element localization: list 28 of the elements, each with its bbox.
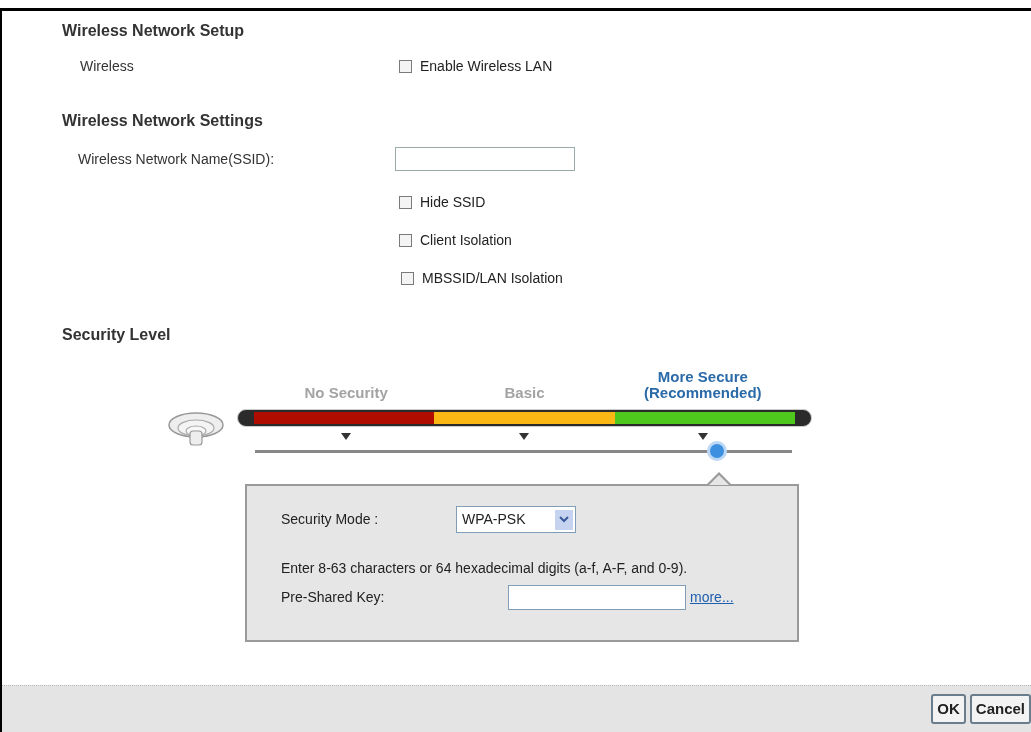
down-triangle-icon	[341, 433, 352, 440]
checkbox-option[interactable]: Hide SSID	[399, 192, 1031, 213]
field-label: Wireless	[79, 56, 135, 76]
checkbox[interactable]	[399, 234, 412, 247]
checkbox[interactable]	[401, 272, 414, 285]
checkbox[interactable]	[399, 59, 412, 73]
more-link[interactable]: more...	[690, 587, 734, 608]
pre-shared-key-input[interactable]	[508, 585, 686, 610]
field-label: Security Mode :	[281, 510, 380, 529]
down-triangle-icon	[519, 433, 530, 440]
section-title: Wireless Network Settings	[62, 111, 264, 131]
field-label: Wireless Network Name(SSID):	[77, 149, 276, 169]
slider-thumb[interactable]	[707, 441, 728, 461]
section-title: Security Level	[62, 325, 172, 345]
ssid-input[interactable]	[395, 147, 575, 171]
checkbox-option[interactable]: MBSSID/LAN Isolation	[401, 268, 1031, 289]
section-title: Wireless Network Setup	[62, 21, 246, 41]
down-triangle-icon	[697, 433, 708, 440]
field-label: Pre-Shared Key:	[281, 588, 386, 607]
checkbox-option[interactable]: Client Isolation	[399, 230, 1031, 251]
hint-text: Enter 8-63 characters or 64 hexadecimal digits (a-f, A-F, and 0-9).	[281, 559, 689, 578]
security-mode-select[interactable]: WPA-PSK	[456, 506, 576, 533]
wireless-icon	[167, 409, 225, 449]
checkbox[interactable]	[399, 196, 412, 209]
dialog-button[interactable]: Cancel	[969, 694, 1031, 724]
security-level-label[interactable]: More Secure (Recommended)	[644, 369, 762, 401]
checkbox-option[interactable]: Enable Wireless LAN	[399, 55, 553, 77]
dialog-button[interactable]: OK	[931, 694, 966, 724]
